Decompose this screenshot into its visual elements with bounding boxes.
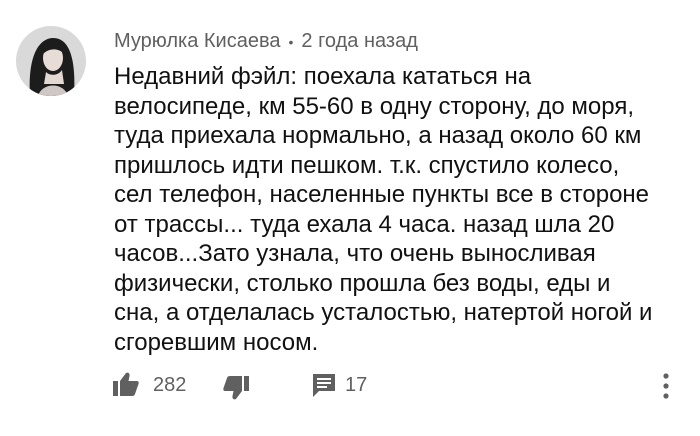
reply-button[interactable] bbox=[311, 372, 337, 398]
more-options-button[interactable] bbox=[661, 372, 671, 400]
like-count: 282 bbox=[153, 374, 187, 396]
dislike-button[interactable] bbox=[223, 376, 249, 400]
thumb-up-icon bbox=[113, 372, 139, 396]
meta-separator: • bbox=[288, 33, 294, 50]
author-avatar[interactable] bbox=[16, 26, 86, 96]
more-vertical-icon bbox=[663, 373, 669, 399]
comment-timestamp[interactable]: 2 года назад bbox=[301, 30, 417, 53]
comment-actions: 282 17 bbox=[113, 368, 693, 404]
reply-count: 17 bbox=[345, 374, 368, 396]
comment-icon bbox=[313, 374, 335, 397]
like-button[interactable] bbox=[113, 372, 139, 396]
comment-text: Недавний фэйл: поехала кататься на велос… bbox=[114, 63, 653, 356]
comment-meta: Мурюлка Кисаева • 2 года назад bbox=[114, 30, 418, 53]
thumb-down-icon bbox=[223, 376, 249, 400]
author-name[interactable]: Мурюлка Кисаева bbox=[114, 30, 280, 53]
